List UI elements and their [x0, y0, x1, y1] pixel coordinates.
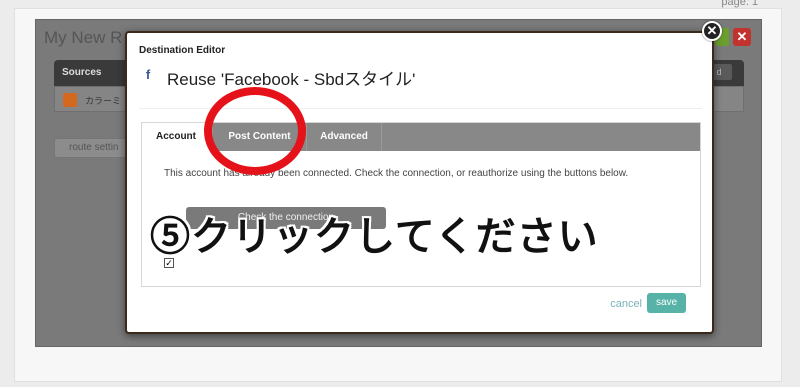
instruction-overlay-text: ⑤クリックしてください [150, 215, 599, 259]
page-indicator: page: 1 [718, 0, 758, 8]
modal-label: Destination Editor [139, 45, 226, 56]
highlight-circle [204, 87, 306, 175]
page-number: 1 [751, 0, 758, 8]
rss-icon [63, 93, 77, 107]
modal-close-button[interactable]: ✕ [702, 21, 722, 41]
source-row-label: カラーミ [85, 96, 122, 106]
background-close-button[interactable]: ✕ [733, 28, 751, 46]
save-button[interactable]: save [647, 293, 686, 313]
cancel-link[interactable]: cancel [610, 298, 642, 310]
destination-editor-modal: ✕ Destination Editor f Reuse 'Facebook -… [125, 21, 722, 334]
page-label: page: [721, 0, 749, 8]
tab-account[interactable]: Account [142, 123, 210, 151]
tab-advanced[interactable]: Advanced [306, 123, 382, 151]
background-title: My New R [44, 28, 123, 47]
route-settings-button[interactable]: route settin [54, 138, 134, 158]
sources-label: Sources [62, 67, 102, 78]
modal-title: Reuse 'Facebook - Sbdスタイル' [167, 70, 416, 89]
facebook-icon: f [141, 68, 155, 82]
